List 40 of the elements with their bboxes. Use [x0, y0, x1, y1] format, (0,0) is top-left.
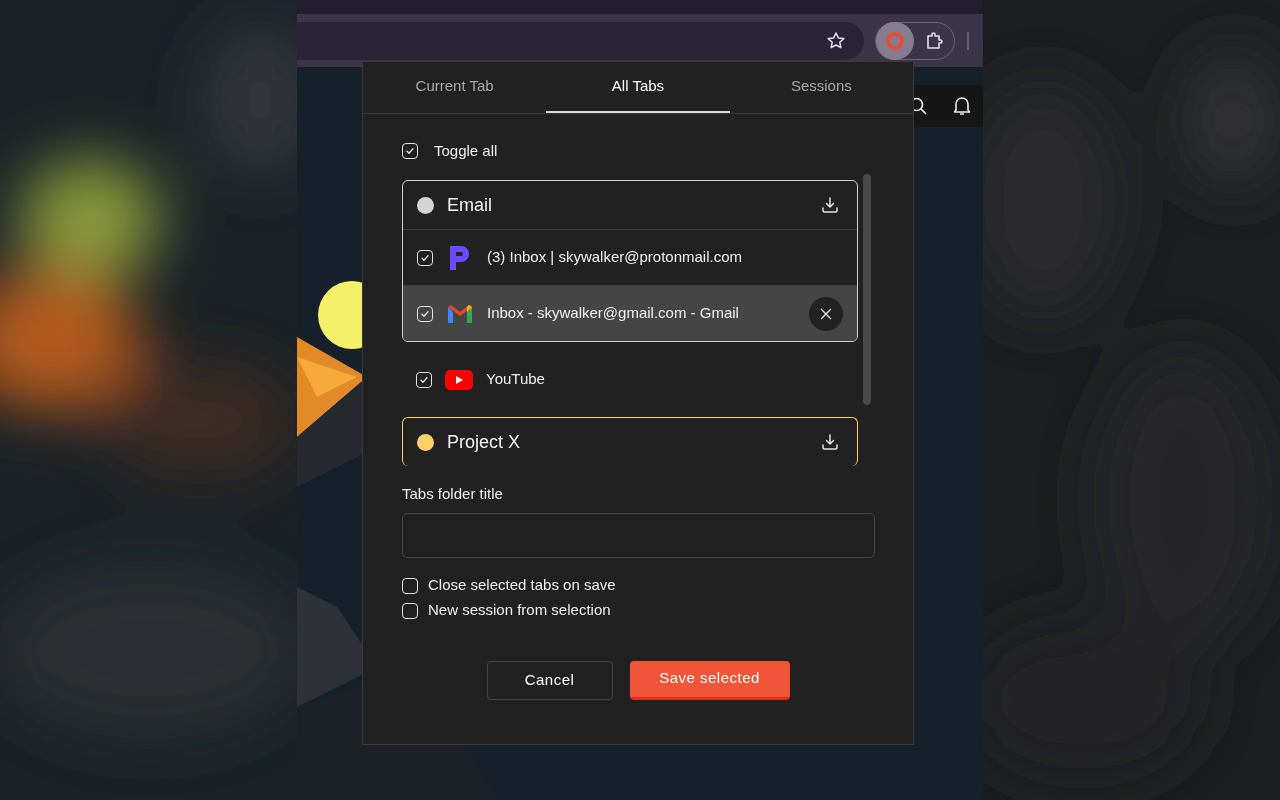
extension-button[interactable]	[876, 21, 914, 60]
tab[interactable]: Current Tab	[363, 62, 547, 113]
tab-title: (3) Inbox | skywalker@protonmail.com	[487, 247, 744, 268]
bell-icon[interactable]	[952, 96, 971, 116]
checkmark-icon	[420, 308, 430, 319]
download-icon[interactable]	[821, 196, 839, 214]
checkmark-icon	[405, 146, 415, 156]
puzzle-icon[interactable]	[924, 30, 944, 51]
tab-title: YouTube	[486, 369, 546, 390]
option-label: Close selected tabs on save	[428, 575, 616, 596]
tab[interactable]: Sessions	[729, 62, 913, 113]
scrollbar-thumb[interactable]	[863, 174, 871, 405]
folder-title-field[interactable]	[402, 512, 875, 558]
cancel-button[interactable]: Cancel	[486, 660, 613, 700]
toolbar-divider	[967, 31, 969, 50]
tab-row[interactable]: YouTube	[402, 356, 858, 403]
envelope-m-icon	[446, 302, 474, 325]
group-title: Email	[447, 193, 493, 217]
toggle-all-checkbox[interactable]	[402, 143, 418, 159]
star-icon[interactable]	[826, 30, 846, 51]
checkmark-icon	[420, 252, 430, 263]
download-icon[interactable]	[821, 433, 839, 451]
tab-checkbox[interactable]	[416, 371, 432, 388]
ring-icon	[885, 30, 905, 51]
option-checkbox[interactable]	[402, 577, 418, 594]
tab-checkbox[interactable]	[417, 249, 433, 266]
checkmark-icon	[419, 374, 429, 385]
field-label: Tabs folder title	[402, 484, 504, 504]
tab-row[interactable]: (3) Inbox | skywalker@protonmail.com	[403, 230, 857, 285]
close-icon	[819, 306, 833, 321]
play-icon	[445, 369, 473, 390]
close-button[interactable]	[809, 296, 843, 331]
tab-checkbox[interactable]	[417, 305, 433, 322]
tab-title: Inbox - skywalker@gmail.com - Gmail	[487, 303, 740, 324]
option-label: New session from selection	[428, 600, 611, 621]
toggle-all-label: Toggle all	[434, 140, 498, 161]
tab-row[interactable]: Inbox - skywalker@gmail.com - Gmail	[403, 286, 857, 341]
group-title: Project X	[447, 430, 522, 454]
option-checkbox[interactable]	[402, 602, 418, 619]
tab[interactable]: All Tabs	[546, 62, 730, 113]
